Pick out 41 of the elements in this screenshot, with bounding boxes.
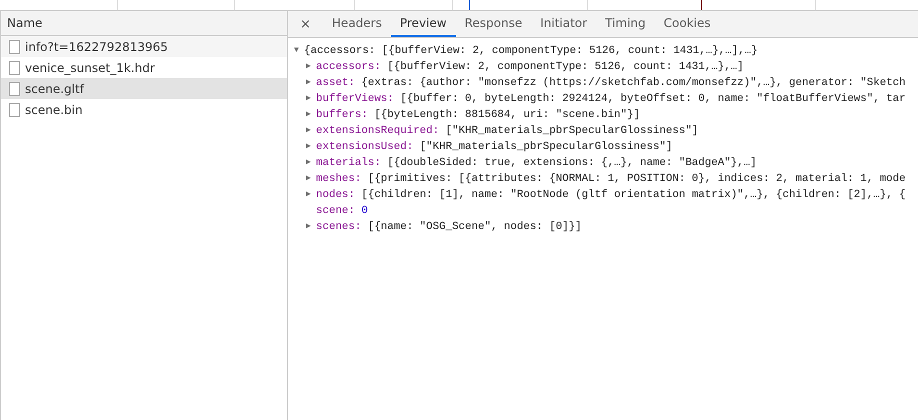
tab[interactable]: Headers xyxy=(322,11,391,37)
file-icon xyxy=(9,82,20,96)
triangle-icon[interactable]: ▶ xyxy=(306,91,316,107)
triangle-icon[interactable]: ▼ xyxy=(294,43,304,59)
triangle-icon[interactable]: ▶ xyxy=(306,59,316,75)
json-property: scene: 0 xyxy=(316,204,368,219)
triangle-icon[interactable]: ▶ xyxy=(306,187,316,203)
tab[interactable]: Preview xyxy=(390,11,456,37)
request-row[interactable]: info?t=1622792813965 xyxy=(1,36,287,57)
json-property: accessors: [{bufferView: 2, componentType: 5126, count: 1431,…},…] xyxy=(316,60,744,75)
json-property: materials: [{doubleSided: true, extensions: {,…}, name: "BadgeA"},…] xyxy=(316,156,757,171)
json-summary: {accessors: [{bufferView: 2, componentType: 5126, count: 1431,…},…],…} xyxy=(304,44,758,59)
file-icon xyxy=(9,60,20,74)
tab[interactable]: Timing xyxy=(596,11,655,37)
json-property: asset: {extras: {author: "monsefzz (https://sketchfab.com/monsefzz)",…}, generator: "Sketch xyxy=(316,76,906,91)
json-property: meshes: [{primitives: [{attributes: {NORMAL: 1, POSITION: 0}, indices: 2, material: 1, mode xyxy=(316,172,906,187)
tab[interactable]: Response xyxy=(456,11,532,37)
request-row[interactable]: scene.gltf xyxy=(1,78,287,99)
json-property: extensionsRequired: ["KHR_materials_pbrSpecularGlossiness"] xyxy=(316,124,698,139)
column-header: Name xyxy=(7,16,42,30)
json-property: buffers: [{byteLength: 8815684, uri: "scene.bin"}] xyxy=(316,108,640,123)
tab[interactable]: Initiator xyxy=(531,11,596,37)
json-property: scenes: [{name: "OSG_Scene", nodes: [0]}] xyxy=(316,220,582,235)
triangle-icon[interactable]: ▶ xyxy=(306,155,316,171)
triangle-icon[interactable]: ▶ xyxy=(306,107,316,123)
triangle-icon[interactable]: ▶ xyxy=(306,171,316,187)
file-icon xyxy=(9,40,20,54)
triangle-icon[interactable]: ▶ xyxy=(306,123,316,139)
close-button[interactable]: × xyxy=(294,11,317,37)
json-property: nodes: [{children: [1], name: "RootNode (gltf orientation matrix)",…}, {children: [2],…}, { xyxy=(316,188,906,203)
triangle-icon[interactable]: ▶ xyxy=(306,139,316,155)
json-property: extensionsUsed: ["KHR_materials_pbrSpecularGlossiness"] xyxy=(316,140,672,155)
request-name: info?t=1622792813965 xyxy=(25,40,168,54)
triangle-icon[interactable]: ▶ xyxy=(306,75,316,91)
json-property: bufferViews: [{buffer: 0, byteLength: 2924124, byteOffset: 0, name: "floatBufferViews", tar xyxy=(316,92,906,107)
tab[interactable]: Cookies xyxy=(654,11,720,37)
request-name: scene.bin xyxy=(25,102,83,116)
request-name: venice_sunset_1k.hdr xyxy=(25,60,155,74)
triangle-icon[interactable]: ▶ xyxy=(306,219,316,235)
request-name: scene.gltf xyxy=(25,82,84,96)
file-icon xyxy=(9,102,20,116)
